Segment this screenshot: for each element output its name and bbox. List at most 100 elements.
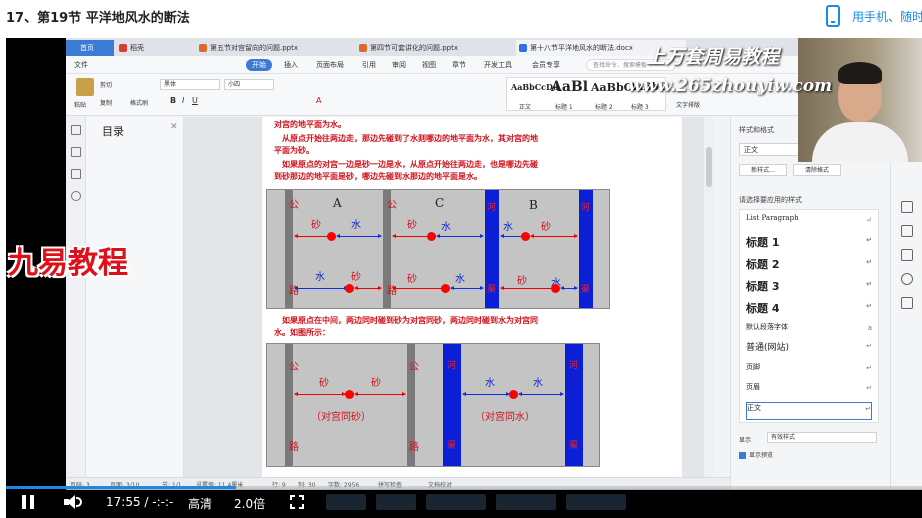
tab-home[interactable]: 首页 [66, 40, 114, 56]
cursor-icon[interactable] [901, 225, 913, 237]
mobile-link[interactable]: 用手机、随时 [852, 8, 922, 25]
paste-icon[interactable] [76, 78, 94, 96]
he-label: 河 [581, 203, 591, 213]
copy-button[interactable]: 复制 [100, 98, 112, 107]
style-item-label: 标题 3 [746, 280, 780, 293]
quality-button[interactable]: 高清 [188, 495, 212, 512]
return-icon: ↵ [866, 236, 872, 244]
bookmark-icon[interactable] [71, 169, 81, 179]
progress-bar[interactable] [6, 486, 922, 489]
phone-icon[interactable] [826, 5, 840, 27]
style-item[interactable]: 页眉 ↵ [746, 382, 872, 400]
italic-button[interactable]: I [182, 96, 184, 105]
menu-reference[interactable]: 引用 [362, 60, 376, 70]
share-icon[interactable] [901, 297, 913, 309]
style-item[interactable]: 标题 1 ↵ [746, 234, 872, 252]
folder-icon[interactable] [71, 147, 81, 157]
menu-review[interactable]: 审阅 [392, 60, 406, 70]
pen-icon[interactable] [901, 201, 913, 213]
sha-label: 砂 [407, 220, 417, 231]
pause-button[interactable] [22, 495, 34, 509]
new-style-button[interactable]: 新样式... [739, 164, 787, 176]
gong-label: 公 [289, 362, 299, 373]
style-item[interactable]: 标题 3 ↵ [746, 278, 872, 296]
return-icon: ↵ [866, 258, 872, 266]
show-select[interactable]: 有效样式 [767, 432, 877, 443]
search-icon[interactable] [71, 191, 81, 201]
return-icon: ↵ [866, 302, 872, 310]
style-item-selected[interactable]: 正文 ↵ [746, 402, 872, 420]
return-icon: ↵ [866, 280, 872, 288]
format-painter-button[interactable]: 格式刷 [130, 98, 148, 107]
fullscreen-icon[interactable] [290, 495, 304, 509]
bold-button[interactable]: B [170, 96, 176, 105]
outline-icon[interactable] [71, 125, 81, 135]
taskbar-item [426, 494, 486, 510]
shui-arrow [518, 392, 564, 396]
origin-dot [551, 284, 560, 293]
font-color-button[interactable]: A [316, 96, 321, 105]
style-sample[interactable]: AaBbC [591, 81, 632, 94]
menu-start[interactable]: 开始 [246, 59, 272, 71]
style-item[interactable]: 普通(网站) ↵ [746, 340, 872, 358]
scroll-thumb[interactable] [706, 147, 712, 187]
style-item[interactable]: List Paragraph ↵ [746, 214, 872, 232]
style-label: 正文 [519, 104, 532, 111]
origin-dot [345, 390, 354, 399]
brand-logo: 九易教程 [8, 246, 128, 281]
speed-button[interactable]: 2.0倍 [234, 495, 265, 512]
menu-layout[interactable]: 页面布局 [316, 60, 344, 70]
shui-label: 水 [485, 378, 495, 389]
style-item[interactable]: 页脚 ↵ [746, 362, 872, 380]
menu-view[interactable]: 视图 [422, 60, 436, 70]
font-size-select[interactable]: 小四 [224, 79, 274, 90]
tab-doc-2[interactable]: 第四节可套讲化的问题.pptx [356, 40, 514, 56]
cut-button[interactable]: 剪切 [100, 80, 112, 89]
document-page[interactable]: 对宫的地平面为水。 从原点开始往两边走，那边先碰到了水则哪边的地平面为水，其对宫… [262, 117, 682, 477]
shui-arrow [436, 234, 484, 238]
style-sample[interactable]: AaBl [551, 79, 588, 95]
styles-panel: 样式和格式 正文 新样式... 清除格式 请选择要应用的样式 List Para… [730, 117, 890, 490]
paste-label[interactable]: 粘贴 [74, 100, 86, 109]
tab-doc-1[interactable]: 第五节对宫留向的问题.pptx [196, 40, 354, 56]
toc-panel: 目录 ✕ [86, 117, 184, 490]
font-select[interactable]: 黑体 [160, 79, 220, 90]
vertical-scrollbar[interactable] [704, 117, 714, 477]
style-list: List Paragraph ↵ 标题 1 ↵ 标题 2 ↵ 标题 3 ↵ 标题 4 ↵ … [739, 209, 879, 423]
menu-file[interactable]: 文件 [74, 60, 88, 70]
sha-label: 砂 [319, 378, 329, 389]
page-title: 17、第19节 平洋地风水的断法 [6, 11, 190, 26]
style-item[interactable]: 标题 2 ↵ [746, 256, 872, 274]
menu-chapter[interactable]: 章节 [452, 60, 466, 70]
sha-label: 砂 [311, 220, 321, 231]
menu-devtools[interactable]: 开发工具 [484, 60, 512, 70]
style-item[interactable]: 标题 4 ↵ [746, 300, 872, 318]
sha-arrow [354, 392, 406, 396]
shui-arrow [336, 234, 382, 238]
menu-insert[interactable]: 插入 [284, 60, 298, 70]
shui-label: 水 [351, 220, 361, 231]
video-player[interactable]: 首页 稻壳 第五节对宫留向的问题.pptx 第四节可套讲化的问题.pptx 第十… [6, 38, 922, 518]
doc-line: 水。如图所示： [274, 328, 330, 337]
adjust-icon[interactable] [901, 249, 913, 261]
help-icon[interactable] [901, 273, 913, 285]
sha-arrow [530, 234, 578, 238]
caption-same-sha: （对宫同砂） [311, 412, 371, 423]
style-item[interactable]: 默认段落字体 a [746, 322, 872, 340]
lu-label: 路 [409, 442, 419, 453]
menu-bar: 文件 开始 插入 页面布局 引用 审阅 视图 章节 开发工具 会员专享 查找命令… [66, 56, 922, 74]
tab-daoke[interactable]: 稻壳 [116, 40, 194, 56]
menu-member[interactable]: 会员专享 [532, 60, 560, 70]
volume-icon[interactable] [64, 495, 84, 509]
underline-button[interactable]: U [192, 96, 198, 105]
style-item-label: 普通(网站) [746, 343, 790, 353]
text-layout-button[interactable]: 文字排版 [676, 100, 700, 109]
clear-format-button[interactable]: 清除格式 [793, 164, 841, 176]
preview-checkbox[interactable]: 显示预览 [739, 450, 773, 459]
preview-label: 显示预览 [749, 452, 774, 459]
sha-label: 砂 [407, 274, 417, 285]
close-icon[interactable]: ✕ [170, 122, 178, 132]
right-toolstrip [890, 117, 922, 490]
tab-label: 稻壳 [130, 44, 144, 52]
shui-label: 水 [533, 378, 543, 389]
